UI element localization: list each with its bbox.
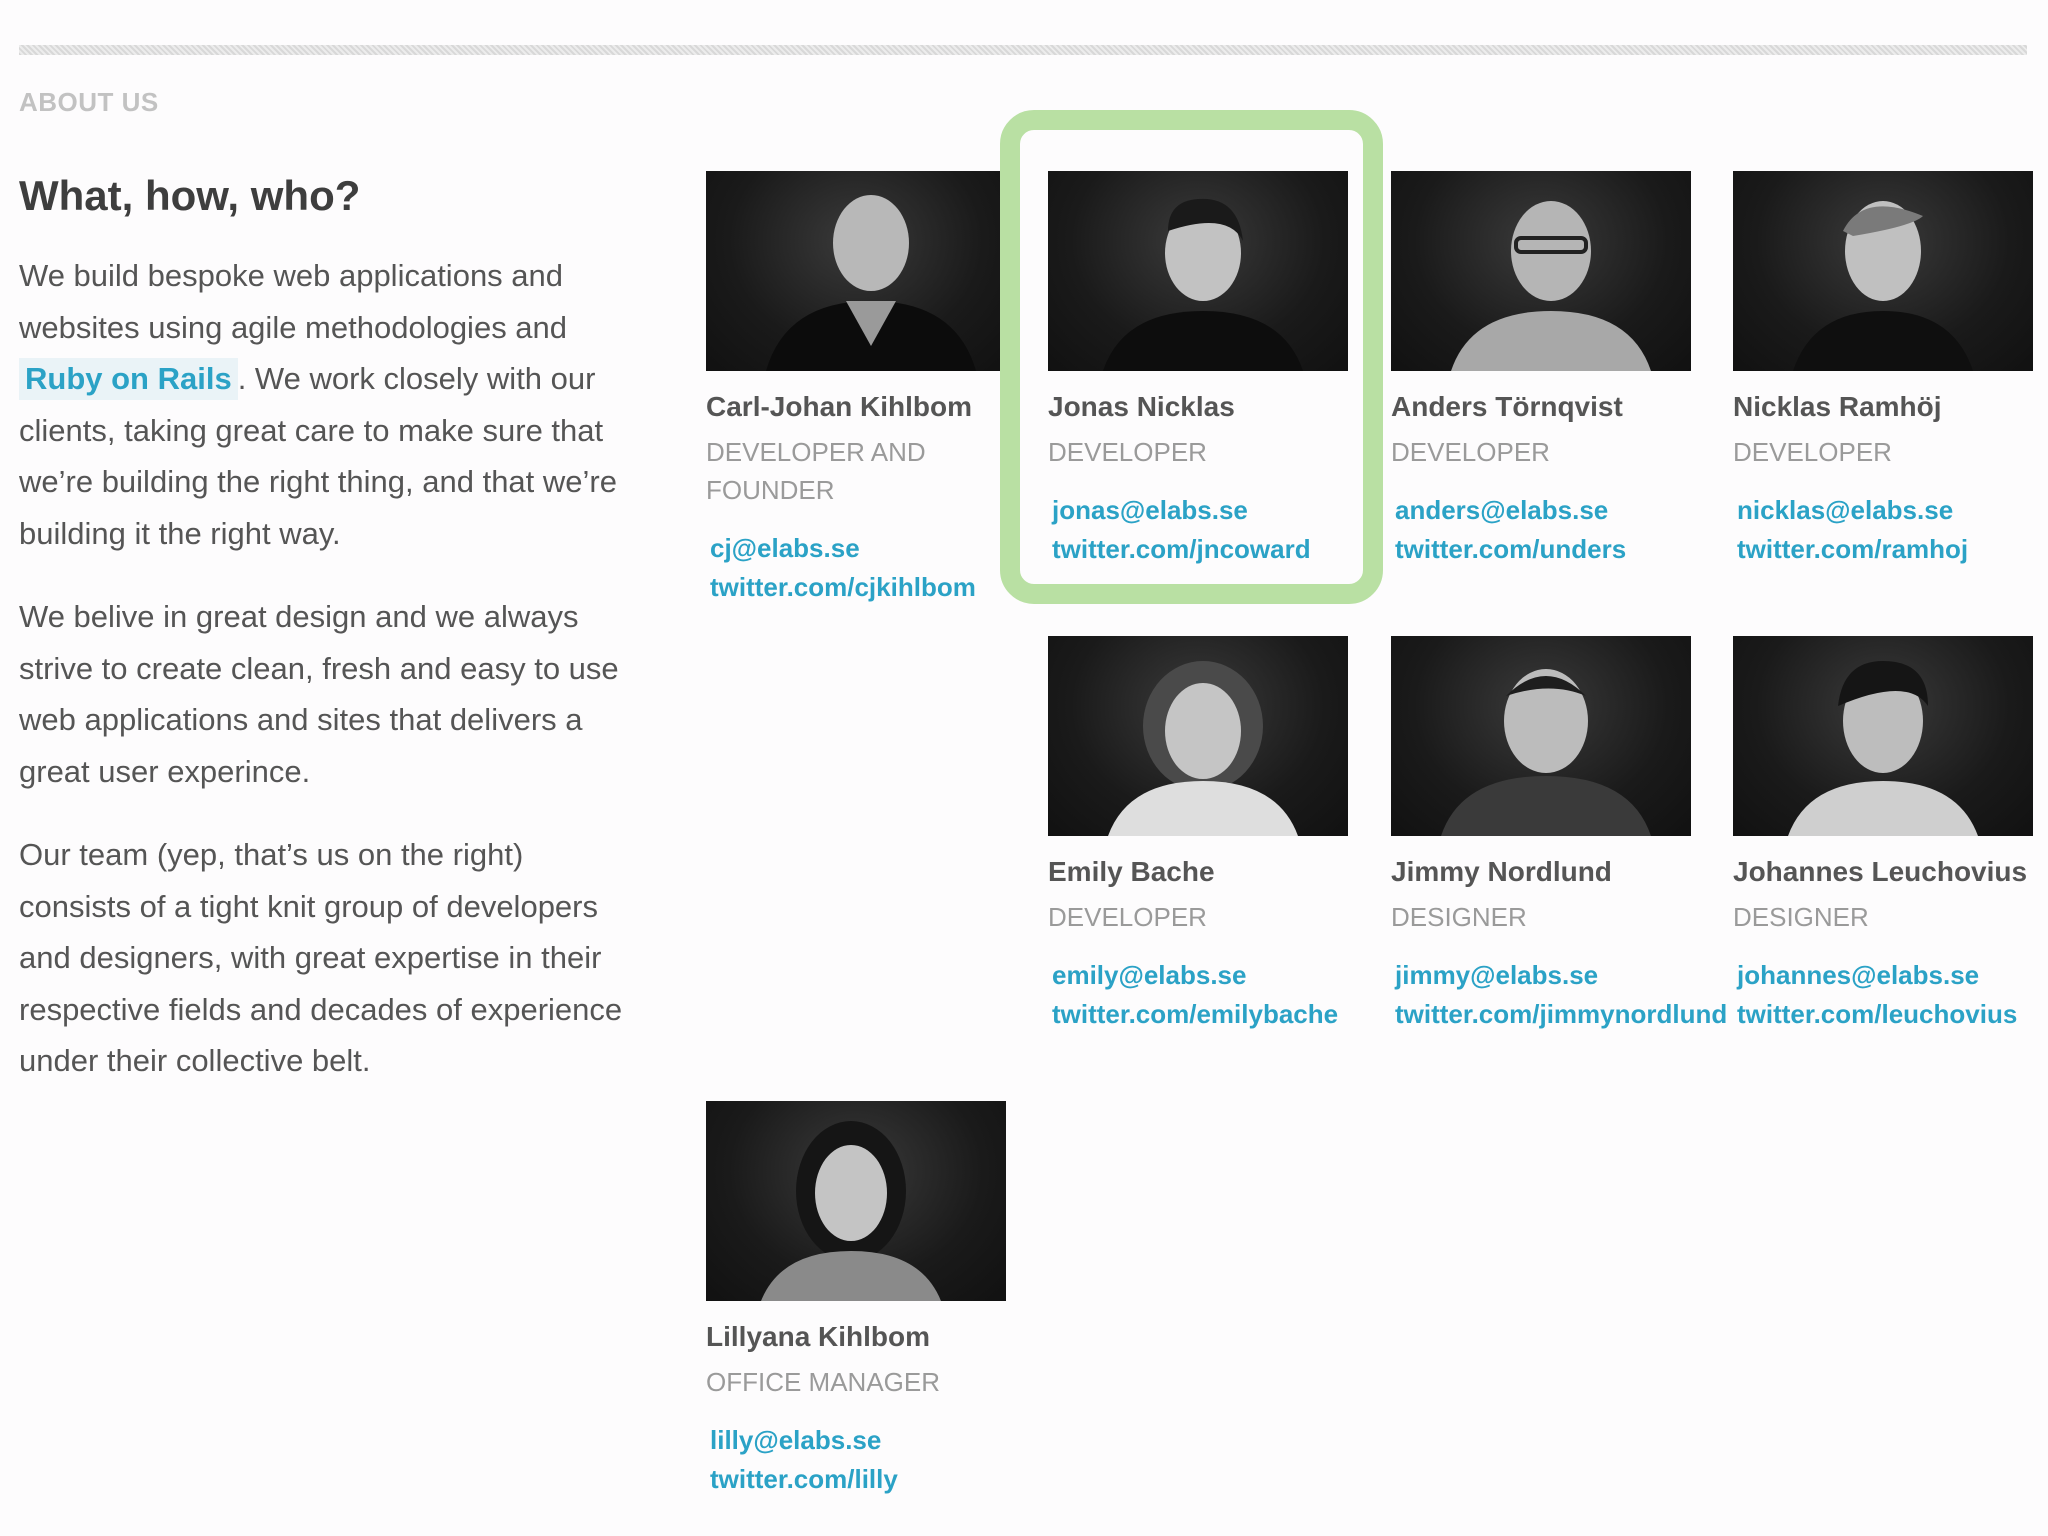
member-links: cj@elabs.se twitter.com/cjkihlbom: [706, 529, 1006, 607]
member-links: johannes@elabs.se twitter.com/leuchovius: [1733, 956, 2033, 1034]
member-email-link[interactable]: jimmy@elabs.se: [1395, 956, 1691, 995]
member-links: emily@elabs.se twitter.com/emilybache: [1048, 956, 1348, 1034]
member-role: DEVELOPER: [1391, 437, 1550, 467]
member-name: Johannes Leuchovius: [1733, 856, 2028, 887]
member-photo: [1391, 636, 1691, 836]
member-name: Anders Törnqvist: [1391, 391, 1623, 422]
member-twitter-link[interactable]: twitter.com/lilly: [710, 1460, 1006, 1499]
member-photo: [1733, 636, 2033, 836]
intro-paragraph-3: Our team (yep, that’s us on the right) c…: [19, 837, 623, 1078]
intro-paragraph-1: We build bespoke web applications and we…: [19, 250, 639, 559]
member-name: Carl-Johan Kihlbom: [706, 391, 973, 422]
member-name: Lillyana Kihlbom: [706, 1321, 931, 1352]
intro-paragraph-2: We belive in great design and we always …: [19, 599, 619, 789]
team-member-card: Jimmy Nordlund DESIGNER jimmy@elabs.se t…: [1391, 636, 1727, 1034]
member-links: anders@elabs.se twitter.com/unders: [1391, 491, 1691, 569]
team-member-card: Lillyana Kihlbom OFFICE MANAGER lilly@el…: [706, 1101, 1006, 1499]
member-email-link[interactable]: anders@elabs.se: [1395, 491, 1691, 530]
member-role: DESIGNER: [1733, 902, 1869, 932]
team-member-card: Carl-Johan Kihlbom DEVELOPER AND FOUNDER …: [706, 171, 1006, 607]
member-twitter-link[interactable]: twitter.com/cjkihlbom: [710, 568, 1006, 607]
member-email-link[interactable]: nicklas@elabs.se: [1737, 491, 2033, 530]
member-role-line: DEVELOPER AND: [706, 437, 926, 467]
member-name: Emily Bache: [1048, 856, 1215, 887]
intro-text: We build bespoke web applications and we…: [19, 250, 639, 1119]
team-member-card: Nicklas Ramhöj DEVELOPER nicklas@elabs.s…: [1733, 171, 2033, 569]
member-photo: [1733, 171, 2033, 371]
member-twitter-link[interactable]: twitter.com/emilybache: [1052, 995, 1348, 1034]
member-twitter-link[interactable]: twitter.com/leuchovius: [1737, 995, 2033, 1034]
member-photo: [1048, 636, 1348, 836]
member-role: DEVELOPER: [1733, 437, 1892, 467]
intro-title: What, how, who?: [19, 172, 361, 219]
member-links: jimmy@elabs.se twitter.com/jimmynordlund: [1391, 956, 1727, 1034]
member-name: Jimmy Nordlund: [1391, 856, 1612, 887]
ruby-on-rails-link[interactable]: Ruby on Rails: [19, 358, 238, 400]
intro-p1-text: We build bespoke web applications and we…: [19, 258, 568, 345]
member-email-link[interactable]: johannes@elabs.se: [1737, 956, 2033, 995]
highlight-frame: [1000, 110, 1383, 604]
member-twitter-link[interactable]: twitter.com/unders: [1395, 530, 1691, 569]
top-divider: [19, 45, 2027, 55]
team-member-card: Johannes Leuchovius DESIGNER johannes@el…: [1733, 636, 2033, 1034]
team-member-card: Anders Törnqvist DEVELOPER anders@elabs.…: [1391, 171, 1691, 569]
member-twitter-link[interactable]: twitter.com/jimmynordlund: [1395, 995, 1727, 1034]
member-role: DEVELOPER: [1048, 902, 1207, 932]
member-photo: [706, 1101, 1006, 1301]
section-label: ABOUT US: [19, 87, 159, 117]
member-links: lilly@elabs.se twitter.com/lilly: [706, 1421, 1006, 1499]
member-role: DESIGNER: [1391, 902, 1527, 932]
member-twitter-link[interactable]: twitter.com/ramhoj: [1737, 530, 2033, 569]
member-role: OFFICE MANAGER: [706, 1367, 941, 1397]
member-name: Nicklas Ramhöj: [1733, 391, 1942, 422]
member-email-link[interactable]: emily@elabs.se: [1052, 956, 1348, 995]
member-links: nicklas@elabs.se twitter.com/ramhoj: [1733, 491, 2033, 569]
member-email-link[interactable]: lilly@elabs.se: [710, 1421, 1006, 1460]
member-photo: [706, 171, 1006, 371]
member-email-link[interactable]: cj@elabs.se: [710, 529, 1006, 568]
member-role-line: FOUNDER: [706, 475, 835, 505]
member-photo: [1391, 171, 1691, 371]
member-role: DEVELOPER AND FOUNDER: [706, 433, 1006, 509]
team-member-card: Emily Bache DEVELOPER emily@elabs.se twi…: [1048, 636, 1348, 1034]
